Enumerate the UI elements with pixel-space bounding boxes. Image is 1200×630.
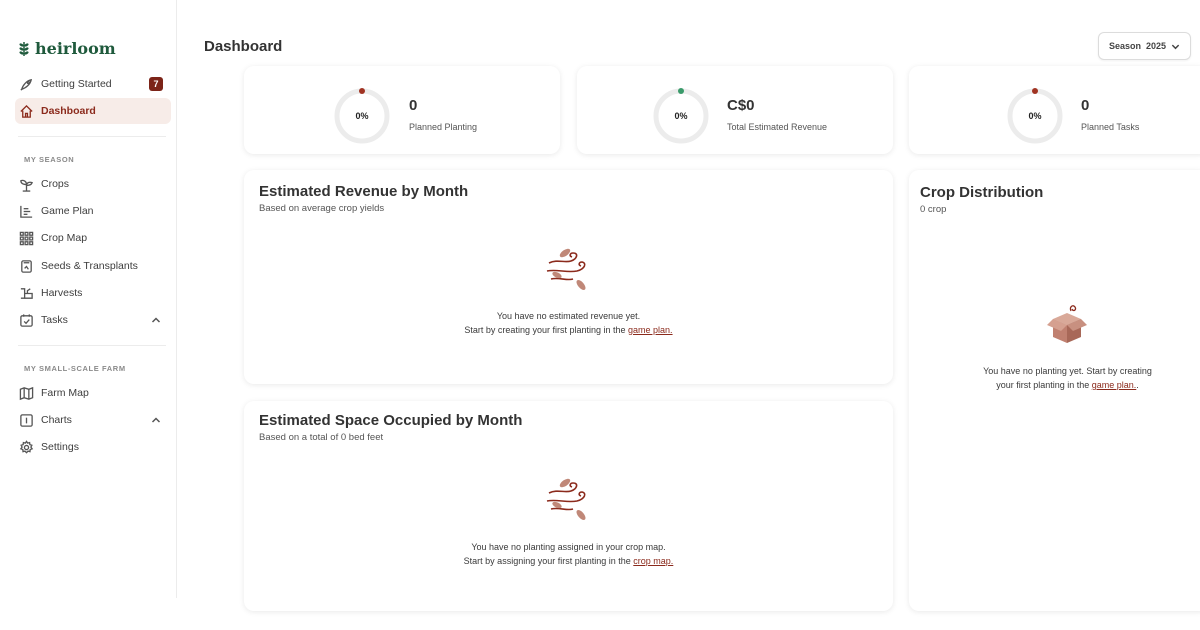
- list-icon: [20, 205, 33, 218]
- stat-label: Planned Planting: [409, 122, 478, 132]
- notification-badge: 7: [149, 77, 163, 91]
- wind-leaves-icon: [546, 248, 586, 290]
- calendar-check-icon: [20, 313, 33, 327]
- ring-percent: 0%: [674, 111, 688, 121]
- sidebar-item-label: Charts: [41, 414, 72, 426]
- app-logo[interactable]: heirloom: [17, 39, 116, 58]
- sidebar-item-label: Harvests: [41, 287, 83, 299]
- empty-line-2: your first planting in the game plan..: [909, 378, 1200, 392]
- season-value: 2025: [1145, 41, 1167, 51]
- sidebar-item-label: Getting Started: [41, 78, 112, 90]
- sidebar-item-label: Farm Map: [41, 387, 89, 399]
- stat-label: Planned Tasks: [1081, 122, 1140, 132]
- empty-line-2-prefix: Start by assigning your first planting i…: [463, 556, 631, 566]
- chevron-down-icon: [1171, 44, 1180, 49]
- empty-state-message: You have no planting yet. Start by creat…: [909, 364, 1200, 392]
- ring-percent: 0%: [1028, 111, 1042, 121]
- section-label-my-season: MY SEASON: [24, 155, 75, 164]
- empty-line-2-prefix: Start by creating your first planting in…: [464, 325, 626, 335]
- sidebar-item-settings[interactable]: Settings: [15, 434, 171, 460]
- empty-line-2: Start by assigning your first planting i…: [244, 554, 893, 568]
- card-title: Estimated Space Occupied by Month: [259, 412, 523, 429]
- sidebar-item-dashboard[interactable]: Dashboard: [15, 98, 171, 124]
- sidebar-item-label: Crop Map: [41, 232, 88, 244]
- revenue-card: Estimated Revenue by Month Based on aver…: [244, 170, 893, 384]
- ring-percent: 0%: [355, 111, 369, 121]
- sidebar-item-label: Tasks: [41, 314, 68, 326]
- section-label-farm: MY SMALL-SCALE FARM: [24, 364, 126, 373]
- chevron-up-icon[interactable]: [151, 315, 161, 325]
- stat-card-total-revenue: 0% C$0 Total Estimated Revenue: [577, 66, 893, 154]
- seed-packet-icon: [21, 259, 32, 273]
- sprout-icon: [20, 179, 33, 192]
- empty-line-2-prefix: your first planting in the: [996, 380, 1090, 390]
- map-icon: [19, 386, 34, 400]
- stat-value: 0: [409, 97, 418, 114]
- crop-map-link[interactable]: crop map.: [633, 556, 673, 566]
- season-select[interactable]: Season 2025: [1098, 32, 1191, 60]
- page-title: Dashboard: [204, 38, 283, 55]
- card-subtitle: Based on average crop yields: [259, 203, 385, 214]
- trailing-punctuation: .: [1136, 380, 1139, 390]
- harvest-icon: [20, 287, 33, 299]
- game-plan-link[interactable]: game plan.: [628, 325, 673, 335]
- home-icon: [20, 104, 33, 118]
- stat-label: Total Estimated Revenue: [727, 122, 828, 132]
- wheat-icon: [19, 41, 29, 56]
- sidebar-item-charts[interactable]: Charts: [15, 407, 171, 433]
- sidebar-divider: [18, 345, 166, 346]
- chevron-up-icon[interactable]: [151, 415, 161, 425]
- card-subtitle: Based on a total of 0 bed feet: [259, 432, 384, 443]
- empty-state-message: You have no estimated revenue yet. Start…: [244, 309, 893, 337]
- sidebar-item-crop-map[interactable]: Crop Map: [15, 225, 171, 251]
- empty-line-1: You have no estimated revenue yet.: [496, 311, 641, 321]
- sidebar-item-label: Settings: [41, 441, 79, 453]
- sidebar-item-getting-started[interactable]: Getting Started 7: [15, 71, 171, 97]
- crop-distribution-card: Crop Distribution 0 crop You have no pla…: [909, 170, 1200, 611]
- empty-state-message: You have no planting assigned in your cr…: [244, 540, 893, 568]
- card-title: Estimated Revenue by Month: [259, 183, 469, 200]
- app-name: heirloom: [35, 39, 116, 58]
- game-plan-link[interactable]: game plan.: [1092, 380, 1137, 390]
- season-label: Season: [1108, 41, 1141, 51]
- sidebar-divider: [18, 136, 166, 137]
- sidebar-item-label: Dashboard: [41, 105, 96, 117]
- stat-value: C$0: [727, 97, 755, 114]
- sidebar-item-label: Game Plan: [41, 205, 94, 217]
- empty-line-1: You have no planting yet. Start by creat…: [983, 366, 1152, 376]
- card-title: Crop Distribution: [920, 184, 1044, 201]
- gear-icon: [19, 439, 34, 454]
- grid-icon: [19, 231, 34, 245]
- open-box-icon: [1047, 305, 1087, 343]
- stat-card-planned-planting: 0% 0 Planned Planting: [244, 66, 560, 154]
- card-subtitle: 0 crop: [920, 204, 947, 215]
- wind-leaves-icon: [546, 478, 586, 520]
- empty-line-1: You have no planting assigned in your cr…: [471, 542, 666, 552]
- sidebar-item-tasks[interactable]: Tasks: [15, 307, 171, 333]
- sidebar-item-seeds-transplants[interactable]: Seeds & Transplants: [15, 253, 171, 279]
- stat-value: 0: [1081, 97, 1090, 114]
- space-card: Estimated Space Occupied by Month Based …: [244, 401, 893, 611]
- stat-card-planned-tasks: 0% 0 Planned Tasks: [909, 66, 1200, 154]
- sidebar-item-label: Seeds & Transplants: [41, 260, 138, 272]
- sidebar-item-farm-map[interactable]: Farm Map: [15, 380, 171, 406]
- chart-icon: [20, 413, 33, 427]
- sidebar-item-label: Crops: [41, 178, 70, 190]
- rocket-icon: [20, 78, 33, 91]
- sidebar-item-crops[interactable]: Crops: [15, 171, 171, 197]
- empty-line-2: Start by creating your first planting in…: [244, 323, 893, 337]
- sidebar: heirloom Getting Started 7 Dashboard MY …: [0, 0, 177, 598]
- sidebar-item-harvests[interactable]: Harvests: [15, 280, 171, 306]
- sidebar-item-game-plan[interactable]: Game Plan: [15, 198, 171, 224]
